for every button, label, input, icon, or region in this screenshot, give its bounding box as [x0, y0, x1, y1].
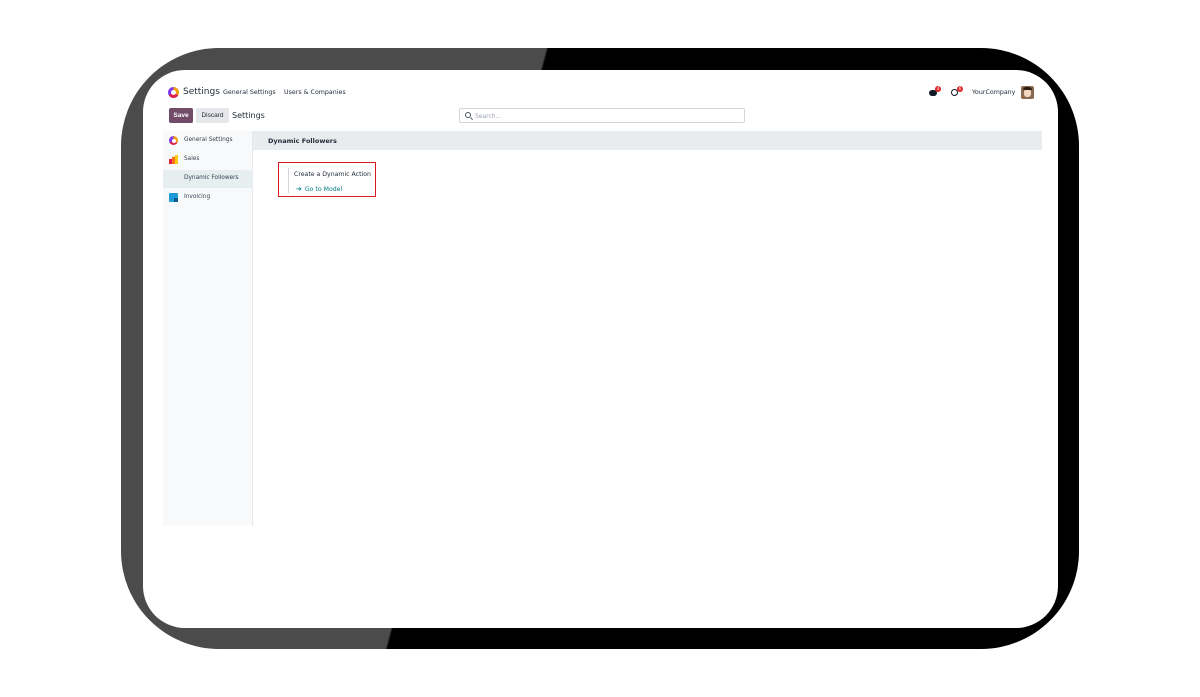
- sidebar-item-invoicing[interactable]: Invoicing: [163, 189, 253, 207]
- invoicing-icon: [169, 193, 178, 202]
- app-title[interactable]: Settings: [183, 87, 220, 97]
- odoo-settings-logo-icon[interactable]: [168, 87, 179, 98]
- section-header: Dynamic Followers: [253, 131, 1042, 150]
- sidebar-item-general-settings[interactable]: General Settings: [163, 132, 253, 150]
- general-settings-icon: [169, 136, 178, 145]
- messages-icon[interactable]: 4: [929, 86, 941, 97]
- save-button[interactable]: Save: [169, 108, 193, 123]
- highlight-box: Create a Dynamic Action ➔ Go to Model: [278, 162, 376, 197]
- search-icon: [465, 112, 471, 118]
- search-bar[interactable]: [459, 108, 745, 123]
- arrow-right-icon: ➔: [296, 185, 302, 193]
- section-title: Dynamic Followers: [268, 137, 337, 145]
- user-avatar[interactable]: [1021, 86, 1034, 99]
- search-input[interactable]: [475, 111, 735, 121]
- sidebar-item-label: Sales: [184, 156, 200, 162]
- go-to-model-link[interactable]: ➔ Go to Model: [296, 185, 342, 193]
- discard-button[interactable]: Discard: [196, 108, 229, 123]
- breadcrumb: Settings: [232, 111, 265, 120]
- menu-users-companies[interactable]: Users & Companies: [284, 89, 346, 96]
- messages-badge: 4: [935, 86, 941, 92]
- company-switcher[interactable]: YourCompany: [972, 89, 1015, 96]
- sidebar-item-dynamic-followers[interactable]: Dynamic Followers: [163, 170, 253, 188]
- sidebar-item-label: Invoicing: [184, 194, 211, 200]
- app-screen: Settings General Settings Users & Compan…: [143, 70, 1058, 628]
- setting-title: Create a Dynamic Action: [294, 171, 371, 178]
- sidebar-item-label: Dynamic Followers: [184, 175, 239, 181]
- sales-icon: [169, 155, 178, 164]
- setting-dynamic-action: Create a Dynamic Action ➔ Go to Model: [288, 168, 373, 193]
- go-to-model-label: Go to Model: [304, 186, 343, 193]
- activities-icon[interactable]: 6: [951, 86, 963, 97]
- activities-badge: 6: [957, 86, 963, 92]
- sidebar-item-label: General Settings: [184, 137, 233, 143]
- sidebar-item-sales[interactable]: Sales: [163, 151, 253, 169]
- menu-general-settings[interactable]: General Settings: [223, 89, 276, 96]
- settings-sidebar: General Settings Sales Dynamic Followers…: [163, 131, 253, 526]
